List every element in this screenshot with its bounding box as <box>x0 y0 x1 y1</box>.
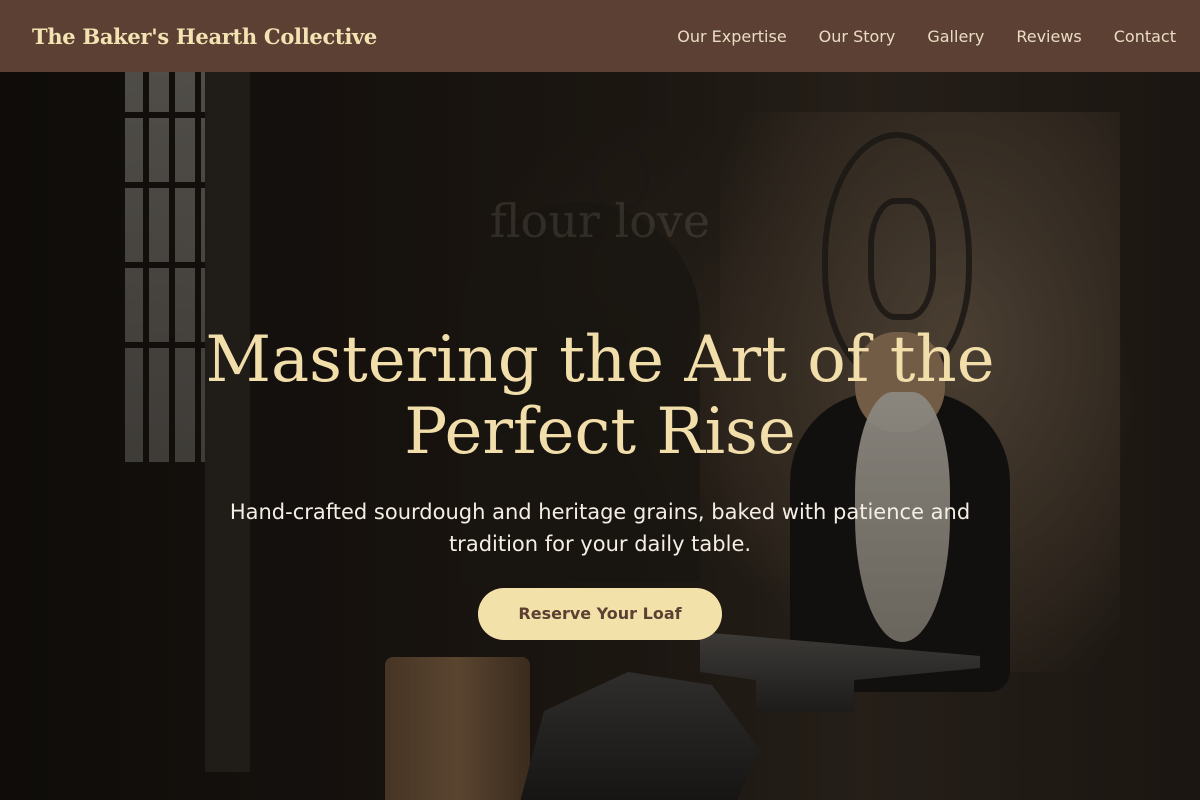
brand-logo[interactable]: The Baker's Hearth Collective <box>32 24 377 49</box>
hero-content: Mastering the Art of the Perfect Rise Ha… <box>0 324 1200 640</box>
nav-link-gallery[interactable]: Gallery <box>927 27 984 46</box>
nav-link-reviews[interactable]: Reviews <box>1016 27 1081 46</box>
hero-section: flour love Mastering the Art of the Perf… <box>0 72 1200 800</box>
main-nav: Our Expertise Our Story Gallery Reviews … <box>677 27 1176 46</box>
nav-link-expertise[interactable]: Our Expertise <box>677 27 786 46</box>
nav-link-story[interactable]: Our Story <box>819 27 896 46</box>
reserve-loaf-button[interactable]: Reserve Your Loaf <box>478 588 722 640</box>
site-header: The Baker's Hearth Collective Our Expert… <box>0 0 1200 72</box>
hero-subtitle: Hand-crafted sourdough and heritage grai… <box>229 500 971 556</box>
hero-headline: Mastering the Art of the Perfect Rise <box>205 323 995 469</box>
nav-link-contact[interactable]: Contact <box>1114 27 1176 46</box>
ghost-text: flour love <box>489 194 711 248</box>
